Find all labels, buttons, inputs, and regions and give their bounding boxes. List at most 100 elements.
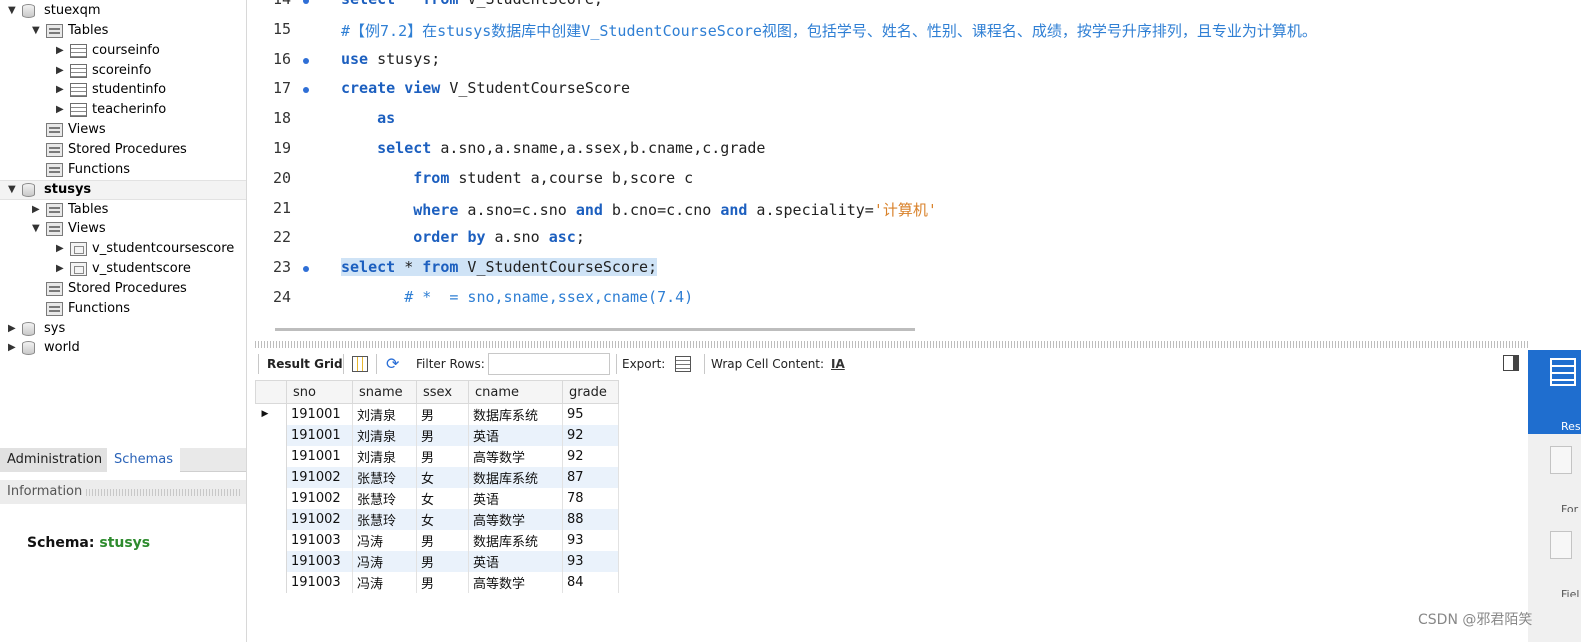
grid-cell[interactable]: 张慧玲 bbox=[352, 466, 417, 488]
grid-cell[interactable]: 男 bbox=[416, 445, 469, 467]
grid-cell[interactable]: 刘清泉 bbox=[352, 424, 417, 446]
grid-cell[interactable]: 191003 bbox=[286, 550, 353, 572]
code-line[interactable]: create view V_StudentCourseScore bbox=[341, 79, 630, 97]
grid-cell[interactable]: 191002 bbox=[286, 487, 353, 509]
code-line[interactable]: #【例7.2】在stusys数据库中创建V_StudentCourseScore… bbox=[341, 20, 1317, 41]
code-line[interactable]: from student a,course b,score c bbox=[341, 169, 693, 187]
table-row[interactable]: 191002 张慧玲女数据库系统 87 bbox=[255, 466, 619, 488]
column-header-sno[interactable]: sno bbox=[286, 380, 353, 404]
grid-cell[interactable]: 张慧玲 bbox=[352, 508, 417, 530]
table-row[interactable]: 191003 冯涛男数据库系统 93 bbox=[255, 529, 619, 551]
grid-cell[interactable]: 87 bbox=[562, 466, 619, 488]
column-header-ssex[interactable]: ssex bbox=[416, 380, 469, 404]
grid-cell[interactable]: 191003 bbox=[286, 529, 353, 551]
grid-cell[interactable]: 英语 bbox=[468, 550, 563, 572]
grid-cell[interactable]: 女 bbox=[416, 466, 469, 488]
expand-down-icon[interactable]: ▼ bbox=[32, 21, 44, 41]
grid-cell[interactable]: 84 bbox=[562, 571, 619, 593]
code-line[interactable]: select a.sno,a.sname,a.ssex,b.cname,c.gr… bbox=[341, 139, 765, 157]
grid-cell[interactable]: 刘清泉 bbox=[352, 445, 417, 467]
grid-cell[interactable]: 英语 bbox=[468, 487, 563, 509]
grid-cell[interactable]: 刘清泉 bbox=[352, 403, 417, 425]
column-header-cname[interactable]: cname bbox=[468, 380, 563, 404]
grid-cell[interactable]: 191002 bbox=[286, 466, 353, 488]
side-result-grid-button[interactable]: Resu Gri bbox=[1528, 350, 1581, 434]
side-field-types-button[interactable]: Fiel Typ bbox=[1528, 525, 1581, 597]
export-icon[interactable] bbox=[675, 356, 691, 372]
table-row[interactable]: 191001 刘清泉男英语 92 bbox=[255, 424, 619, 446]
expand-right-icon[interactable]: ▶ bbox=[56, 61, 68, 81]
grid-cell[interactable]: 数据库系统 bbox=[468, 466, 563, 488]
refresh-icon[interactable]: ⟳ bbox=[386, 356, 402, 372]
grid-cell[interactable]: 92 bbox=[562, 424, 619, 446]
grid-cell[interactable]: 88 bbox=[562, 508, 619, 530]
grid-cell[interactable]: 191003 bbox=[286, 571, 353, 593]
view-icon bbox=[70, 262, 87, 277]
grid-cell[interactable]: 冯涛 bbox=[352, 529, 417, 551]
expand-right-icon[interactable]: ▶ bbox=[56, 80, 68, 100]
panel-splitter[interactable] bbox=[255, 341, 1528, 348]
grid-cell[interactable]: 191001 bbox=[286, 445, 353, 467]
filter-rows-input[interactable] bbox=[488, 353, 610, 375]
code-line[interactable]: order by a.sno asc; bbox=[341, 228, 585, 246]
grid-cell[interactable]: 高等数学 bbox=[468, 571, 563, 593]
table-row[interactable]: ▶ 191001 刘清泉男数据库系统 95 bbox=[255, 403, 619, 425]
grid-cell[interactable]: 93 bbox=[562, 529, 619, 551]
grid-cell[interactable]: 男 bbox=[416, 550, 469, 572]
grid-cell[interactable]: 男 bbox=[416, 571, 469, 593]
grid-cell[interactable]: 高等数学 bbox=[468, 508, 563, 530]
code-line[interactable]: select * from V_StudentCourseScore; bbox=[341, 258, 658, 277]
code-line[interactable]: # * = sno,sname,ssex,cname(7.4) bbox=[341, 288, 693, 306]
grid-cell[interactable]: 女 bbox=[416, 487, 469, 509]
grid-view-icon[interactable] bbox=[352, 356, 368, 372]
table-row[interactable]: 191002 张慧玲女高等数学 88 bbox=[255, 508, 619, 530]
expand-right-icon[interactable]: ▶ bbox=[56, 239, 68, 259]
column-header-grade[interactable]: grade bbox=[562, 380, 619, 404]
grid-cell[interactable]: 191001 bbox=[286, 403, 353, 425]
table-row[interactable]: 191001 刘清泉男高等数学 92 bbox=[255, 445, 619, 467]
table-row[interactable]: 191002 张慧玲女英语 78 bbox=[255, 487, 619, 509]
expand-right-icon[interactable]: ▶ bbox=[32, 200, 44, 220]
result-grid-tab[interactable]: Result Grid bbox=[267, 356, 343, 372]
wrap-cell-icon[interactable]: IA bbox=[831, 356, 847, 372]
grid-cell[interactable]: 张慧玲 bbox=[352, 487, 417, 509]
expand-down-icon[interactable]: ▼ bbox=[8, 1, 20, 21]
side-form-editor-button[interactable]: For Edit bbox=[1528, 440, 1581, 512]
toggle-side-panel-icon[interactable] bbox=[1503, 355, 1519, 371]
grid-cell[interactable]: 英语 bbox=[468, 424, 563, 446]
expand-right-icon[interactable]: ▶ bbox=[8, 338, 20, 358]
tab-schemas[interactable]: Schemas bbox=[107, 448, 181, 472]
expand-right-icon[interactable]: ▶ bbox=[8, 319, 20, 339]
column-header-sname[interactable]: sname bbox=[352, 380, 417, 404]
code-line[interactable]: use stusys; bbox=[341, 50, 440, 68]
grid-cell[interactable]: 高等数学 bbox=[468, 445, 563, 467]
grid-cell[interactable]: 冯涛 bbox=[352, 571, 417, 593]
grid-cell[interactable]: 男 bbox=[416, 424, 469, 446]
grid-cell[interactable]: 数据库系统 bbox=[468, 529, 563, 551]
grid-cell[interactable]: 冯涛 bbox=[352, 550, 417, 572]
information-header[interactable]: Information bbox=[0, 480, 246, 504]
grid-cell[interactable]: 78 bbox=[562, 487, 619, 509]
grid-cell[interactable]: 95 bbox=[562, 403, 619, 425]
tab-administration[interactable]: Administration bbox=[0, 448, 110, 472]
sql-editor[interactable]: 14 select * from V_StudentScore; 15 #【例7.2】… bbox=[247, 0, 1581, 320]
expand-down-icon[interactable]: ▼ bbox=[32, 219, 44, 239]
expand-right-icon[interactable]: ▶ bbox=[56, 100, 68, 120]
grid-cell[interactable]: 93 bbox=[562, 550, 619, 572]
expand-right-icon[interactable]: ▶ bbox=[56, 41, 68, 61]
code-line[interactable]: where a.sno=c.sno and b.cno=c.cno and a.… bbox=[341, 199, 937, 220]
grid-cell[interactable]: 男 bbox=[416, 403, 469, 425]
code-line[interactable]: select * from V_StudentScore; bbox=[341, 0, 603, 8]
grid-cell[interactable]: 92 bbox=[562, 445, 619, 467]
expand-down-icon[interactable]: ▼ bbox=[8, 180, 20, 200]
grid-cell[interactable]: 女 bbox=[416, 508, 469, 530]
grid-cell[interactable]: 男 bbox=[416, 529, 469, 551]
expand-right-icon[interactable]: ▶ bbox=[56, 259, 68, 279]
editor-horizontal-scrollbar[interactable] bbox=[275, 328, 915, 331]
table-row[interactable]: 191003 冯涛男高等数学 84 bbox=[255, 571, 619, 593]
grid-cell[interactable]: 191001 bbox=[286, 424, 353, 446]
code-line[interactable]: as bbox=[341, 109, 395, 127]
table-row[interactable]: 191003 冯涛男英语 93 bbox=[255, 550, 619, 572]
grid-cell[interactable]: 191002 bbox=[286, 508, 353, 530]
grid-cell[interactable]: 数据库系统 bbox=[468, 403, 563, 425]
